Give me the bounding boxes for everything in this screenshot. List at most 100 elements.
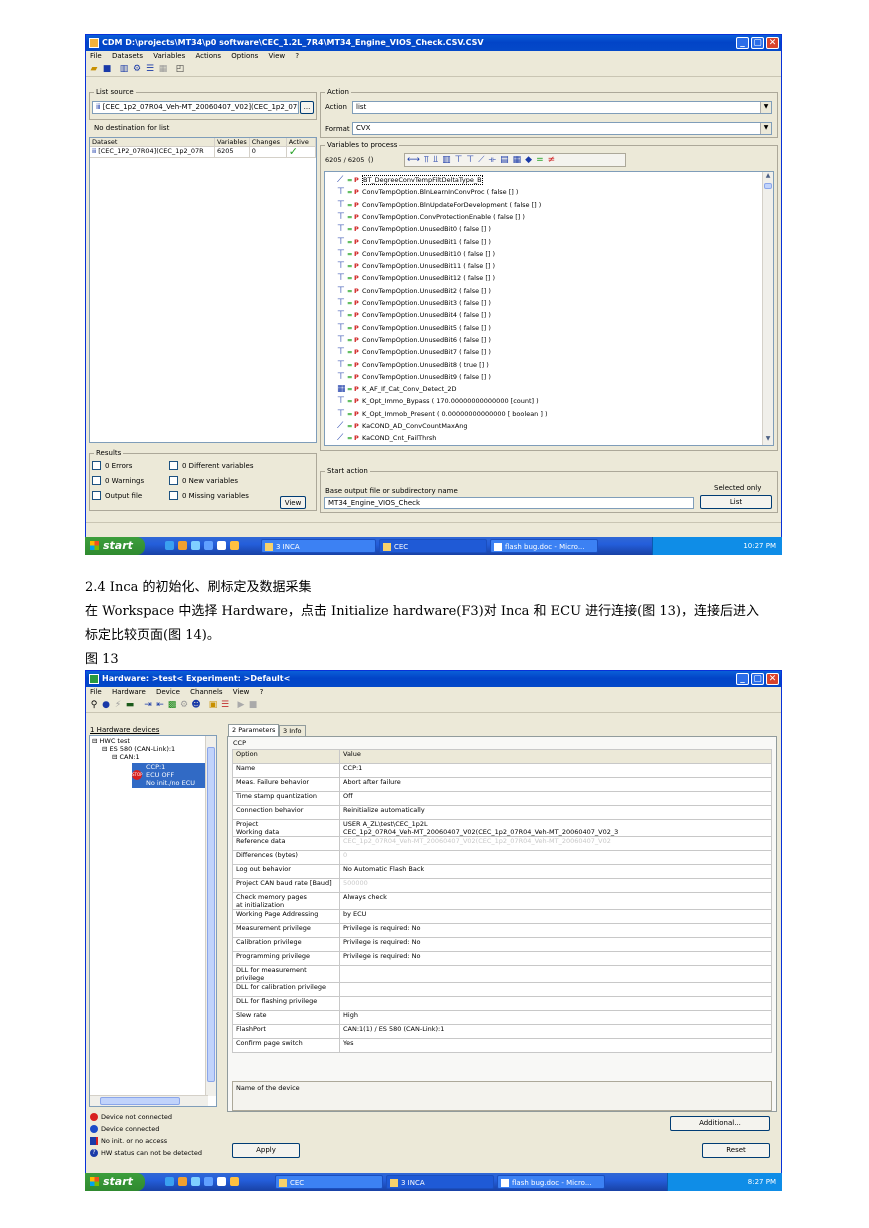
- table-row[interactable]: Project CAN baud rate [Baud] 500000: [232, 878, 772, 893]
- table-row[interactable]: Reference data CEC_1p2_07R04_Veh-MT_20060…: [232, 836, 772, 851]
- search-hardware-icon[interactable]: ⚲: [89, 700, 99, 710]
- line-icon[interactable]: ⟋: [478, 155, 488, 165]
- scroll-down-icon[interactable]: ▼: [763, 435, 773, 445]
- variable-row[interactable]: ⊤ = P ConvTempOption.BlnUpdateForDevelopmen…: [337, 199, 541, 211]
- equal-icon[interactable]: =: [536, 155, 548, 165]
- variable-row[interactable]: ⊤ = P ConvTempOption.UnusedBit8 ( true [] ): [337, 359, 489, 371]
- table-row[interactable]: Slew rate High: [232, 1010, 772, 1025]
- tree-hscrollbar[interactable]: [90, 1095, 208, 1106]
- menu-help[interactable]: ?: [260, 688, 264, 696]
- init-icon[interactable]: ▩: [167, 700, 177, 710]
- col-value[interactable]: Value: [339, 749, 772, 764]
- table-row[interactable]: Working Page Addressing by ECU: [232, 909, 772, 924]
- value-cell[interactable]: Privilege is required: No: [339, 923, 772, 938]
- table-row[interactable]: DLL for measurement privilege: [232, 965, 772, 983]
- insert-icon[interactable]: ⇥: [143, 700, 153, 710]
- col-dataset[interactable]: Dataset: [90, 138, 215, 147]
- table-row[interactable]: DLL for calibration privilege: [232, 982, 772, 997]
- menu-view[interactable]: View: [269, 52, 286, 60]
- app-icon[interactable]: [204, 541, 213, 550]
- variable-row[interactable]: ⊤ = P ConvTempOption.BlnLearnInConvProc ( f…: [337, 186, 518, 198]
- value-cell[interactable]: Yes: [339, 1038, 772, 1053]
- table-row[interactable]: ⅲ [CEC_1P2_07R04](CEC_1p2_07R 6205 0 ✓: [90, 146, 317, 158]
- block-icon[interactable]: ⟛: [488, 155, 500, 165]
- base-output-field[interactable]: MT34_Engine_VIOS_Check: [324, 497, 694, 509]
- table-row[interactable]: Confirm page switch Yes: [232, 1038, 772, 1053]
- view-button[interactable]: View: [280, 496, 306, 509]
- diamond-icon[interactable]: ◆: [525, 155, 536, 165]
- value-cell[interactable]: CCP:1: [339, 763, 772, 778]
- variable-row[interactable]: ⊤ = P ConvTempOption.ConvProtectionEnable (…: [337, 211, 525, 223]
- not-equal-icon[interactable]: ≠: [548, 155, 560, 165]
- app-icon[interactable]: [204, 1177, 213, 1186]
- media-icon[interactable]: [191, 1177, 200, 1186]
- variable-row[interactable]: ⊤ = P ConvTempOption.UnusedBit5 ( false [] …: [337, 322, 491, 334]
- ie-icon[interactable]: [165, 541, 174, 550]
- menu-help[interactable]: ?: [295, 52, 299, 60]
- settings-icon[interactable]: ⚙: [179, 700, 189, 710]
- output-checkbox[interactable]: [92, 491, 101, 500]
- table-row[interactable]: Measurement privilege Privilege is requir…: [232, 923, 772, 938]
- variable-row[interactable]: ⊤ = P ConvTempOption.UnusedBit4 ( false [] …: [337, 309, 491, 321]
- taskbar-item-inca[interactable]: 3 INCA: [386, 1175, 494, 1189]
- app3-icon[interactable]: [230, 1177, 239, 1186]
- variable-row[interactable]: ⊤ = P ConvTempOption.UnusedBit6 ( false [] …: [337, 334, 491, 346]
- table-row[interactable]: Project Working data USER A_ZL\test\CEC_1…: [232, 819, 772, 837]
- menu-view[interactable]: View: [233, 688, 250, 696]
- table-icon[interactable]: ▤: [500, 155, 513, 165]
- tree-node-ccp[interactable]: STOP CCP:1 ECU OFF No init./no ECU: [132, 763, 208, 788]
- table-row[interactable]: DLL for flashing privilege: [232, 996, 772, 1011]
- table-row[interactable]: Log out behavior No Automatic Flash Back: [232, 864, 772, 879]
- remove-icon[interactable]: ⇤: [155, 700, 165, 710]
- variable-row[interactable]: ▦= P K_AF_If_Cat_Conv_Detect_2D: [337, 383, 457, 395]
- table-row[interactable]: Programming privilege Privilege is requir…: [232, 951, 772, 966]
- grid-icon[interactable]: ▦: [158, 64, 168, 74]
- table-row[interactable]: Differences (bytes) 0: [232, 850, 772, 865]
- col-changes[interactable]: Changes: [249, 138, 287, 147]
- value-cell[interactable]: [339, 965, 772, 983]
- variable-row[interactable]: ⟋ = P KaCOND_Cnt_FailThrsh: [337, 432, 436, 444]
- outlook-icon[interactable]: [178, 541, 187, 550]
- taskbar-item-inca[interactable]: 3 INCA: [261, 539, 376, 553]
- menu-file[interactable]: File: [90, 688, 102, 696]
- hardware-tree[interactable]: ⊟ HWC test ⊟ ES 580 (CAN-Link):1 ⊟ CAN:1…: [89, 735, 217, 1107]
- stop-icon[interactable]: ■: [248, 700, 258, 710]
- format-select[interactable]: CVX ▼: [352, 122, 772, 135]
- taskbar-item-cec[interactable]: CEC: [379, 539, 487, 553]
- outlook-icon[interactable]: [178, 1177, 187, 1186]
- table-row[interactable]: FlashPort CAN:1(1) / ES 580 (CAN-Link):1: [232, 1024, 772, 1039]
- apply-button[interactable]: Apply: [232, 1143, 300, 1158]
- table-row[interactable]: Check memory pages at initialization Alwa…: [232, 892, 772, 910]
- variable-row[interactable]: ⊤ = P ConvTempOption.UnusedBit11 ( false []…: [337, 260, 495, 272]
- value-cell[interactable]: No Automatic Flash Back: [339, 864, 772, 879]
- text-icon[interactable]: ▦: [513, 155, 526, 165]
- variables-scrollbar[interactable]: ▲ ▼: [762, 172, 773, 445]
- taskbar-item-word[interactable]: flash bug.doc - Micro...: [490, 539, 598, 553]
- value-cell[interactable]: USER A_ZL\test\CEC_1p2L CEC_1p2_07R04_Ve…: [339, 819, 772, 837]
- device-icon[interactable]: ▬: [125, 700, 135, 710]
- maximize-button[interactable]: ▢: [751, 673, 764, 685]
- value-cell[interactable]: High: [339, 1010, 772, 1025]
- minimize-button[interactable]: _: [736, 673, 749, 685]
- reset-button[interactable]: Reset: [702, 1143, 770, 1158]
- tab-hardware-devices[interactable]: 1 Hardware devices: [90, 726, 159, 734]
- different-checkbox[interactable]: [169, 461, 178, 470]
- table-row[interactable]: Name CCP:1: [232, 763, 772, 778]
- value-cell[interactable]: 0: [339, 850, 772, 865]
- table-row[interactable]: Calibration privilege Privilege is requir…: [232, 937, 772, 952]
- curve-icon[interactable]: ⟷: [407, 155, 424, 165]
- dataset-icon[interactable]: ▥: [119, 64, 129, 74]
- value-cell[interactable]: [339, 996, 772, 1011]
- table-row[interactable]: Connection behavior Reinitialize automati…: [232, 805, 772, 820]
- active-check-icon[interactable]: ✓: [286, 146, 317, 158]
- ie-icon[interactable]: [165, 1177, 174, 1186]
- menu-channels[interactable]: Channels: [190, 688, 222, 696]
- table-row[interactable]: Meas. Failure behavior Abort after failur…: [232, 777, 772, 792]
- close-button[interactable]: ✕: [766, 37, 779, 49]
- map-icon[interactable]: ⫫: [433, 155, 442, 165]
- connect-icon[interactable]: ●: [101, 700, 111, 710]
- variable-row[interactable]: ⊤ = P K_Opt_Immob_Present ( 0.0000000000000…: [337, 408, 548, 420]
- menu-hardware[interactable]: Hardware: [112, 688, 146, 696]
- value-cell[interactable]: Reinitialize automatically: [339, 805, 772, 820]
- menu-variables[interactable]: Variables: [153, 52, 185, 60]
